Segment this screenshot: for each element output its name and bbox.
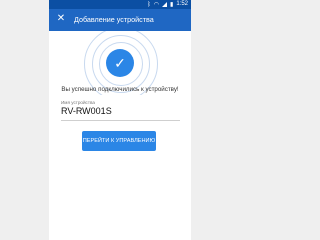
status-bar: ᛒ ◠ ▮ 1:52 [49,0,191,9]
wifi-icon: ◠ [153,2,159,8]
device-name-field[interactable]: RV-RW001S [61,106,180,116]
phone-screen: ᛒ ◠ ▮ 1:52 ✕ Добавление устройства ✓ Вы … [49,0,191,240]
status-icons: ᛒ ◠ ▮ 1:52 [147,1,188,8]
app-bar: ✕ Добавление устройства [49,9,191,31]
device-name-underline [61,120,180,121]
close-button[interactable]: ✕ [55,13,67,25]
success-message: Вы успешно подключились к устройству! [61,86,179,93]
close-icon: ✕ [56,13,66,24]
success-check-circle: ✓ [106,49,134,77]
bluetooth-icon: ᛒ [147,1,151,8]
check-icon: ✓ [114,55,126,71]
device-name-label: Имя устройства [61,100,95,105]
battery-icon: ▮ [170,2,174,8]
signal-icon [162,2,167,7]
status-time: 1:52 [176,1,188,7]
go-to-control-button[interactable]: ПЕРЕЙТИ К УПРАВЛЕНИЮ [82,131,156,151]
page-title: Добавление устройства [74,15,154,24]
